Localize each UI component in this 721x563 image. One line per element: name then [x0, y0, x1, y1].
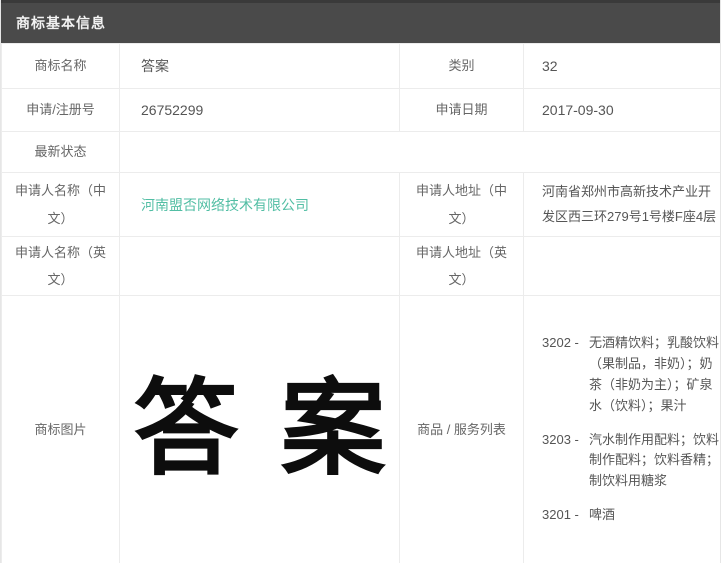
goods-item: 3202 - 无酒精饮料；乳酸饮料（果制品，非奶）；奶茶（非奶为主）；矿泉水（饮…	[542, 333, 721, 416]
goods-item-desc: 汽水制作用配料；饮料制作配料；饮料香精；制饮料用糖浆	[589, 430, 721, 492]
section-header: 商标基本信息	[1, 0, 720, 43]
value-app-date: 2017-09-30	[524, 89, 721, 132]
table-row: 商标图片 答案 商品 / 服务列表 3202 - 无酒精饮料；乳酸饮料（果制品，…	[2, 296, 721, 563]
value-applicant-addr-cn: 河南省郑州市高新技术产业开发区西三环279号1号楼F座4层	[524, 173, 721, 237]
label-applicant-name-cn: 申请人名称（中文）	[2, 173, 120, 237]
goods-item: 3201 - 啤酒	[542, 505, 721, 526]
trademark-info-table: 商标名称 答案 类别 32 申请/注册号 26752299 申请日期 2017-…	[1, 43, 721, 563]
goods-item-desc: 无酒精饮料；乳酸饮料（果制品，非奶）；奶茶（非奶为主）；矿泉水（饮料）；果汁	[589, 333, 721, 416]
label-applicant-name-en: 申请人名称（英文）	[2, 237, 120, 296]
table-row: 申请人名称（中文） 河南盟否网络技术有限公司 申请人地址（中文） 河南省郑州市高…	[2, 173, 721, 237]
value-applicant-name-cn: 河南盟否网络技术有限公司	[120, 173, 400, 237]
value-category: 32	[524, 44, 721, 89]
label-app-date: 申请日期	[400, 89, 524, 132]
trademark-image: 答案	[120, 377, 399, 482]
value-applicant-addr-en	[524, 237, 721, 296]
label-category: 类别	[400, 44, 524, 89]
goods-item-code: 3203 -	[542, 430, 589, 492]
table-row: 最新状态	[2, 132, 721, 173]
table-row: 申请人名称（英文） 申请人地址（英文）	[2, 237, 721, 296]
goods-item: 3203 - 汽水制作用配料；饮料制作配料；饮料香精；制饮料用糖浆	[542, 430, 721, 492]
goods-item-code: 3201 -	[542, 505, 589, 526]
value-trademark-name: 答案	[120, 44, 400, 89]
label-latest-status: 最新状态	[2, 132, 120, 173]
value-applicant-name-en	[120, 237, 400, 296]
trademark-image-text: 答案	[133, 377, 427, 482]
goods-item-code: 3202 -	[542, 333, 589, 416]
section-title: 商标基本信息	[16, 13, 106, 33]
trademark-image-cell: 答案	[120, 296, 400, 563]
label-applicant-addr-cn: 申请人地址（中文）	[400, 173, 524, 237]
value-app-number: 26752299	[120, 89, 400, 132]
label-app-number: 申请/注册号	[2, 89, 120, 132]
goods-services-list: 3202 - 无酒精饮料；乳酸饮料（果制品，非奶）；奶茶（非奶为主）；矿泉水（饮…	[524, 296, 721, 563]
label-applicant-addr-en: 申请人地址（英文）	[400, 237, 524, 296]
table-row: 商标名称 答案 类别 32	[2, 44, 721, 89]
table-row: 申请/注册号 26752299 申请日期 2017-09-30	[2, 89, 721, 132]
goods-item-desc: 啤酒	[589, 505, 721, 526]
label-trademark-image: 商标图片	[2, 296, 120, 563]
trademark-info-panel: 商标基本信息 商标名称 答案 类别 32 申请/注册号 26752299 申请日…	[0, 0, 721, 563]
label-trademark-name: 商标名称	[2, 44, 120, 89]
applicant-company-link[interactable]: 河南盟否网络技术有限公司	[141, 197, 309, 213]
label-goods-services: 商品 / 服务列表	[400, 296, 524, 563]
value-latest-status	[120, 132, 721, 173]
